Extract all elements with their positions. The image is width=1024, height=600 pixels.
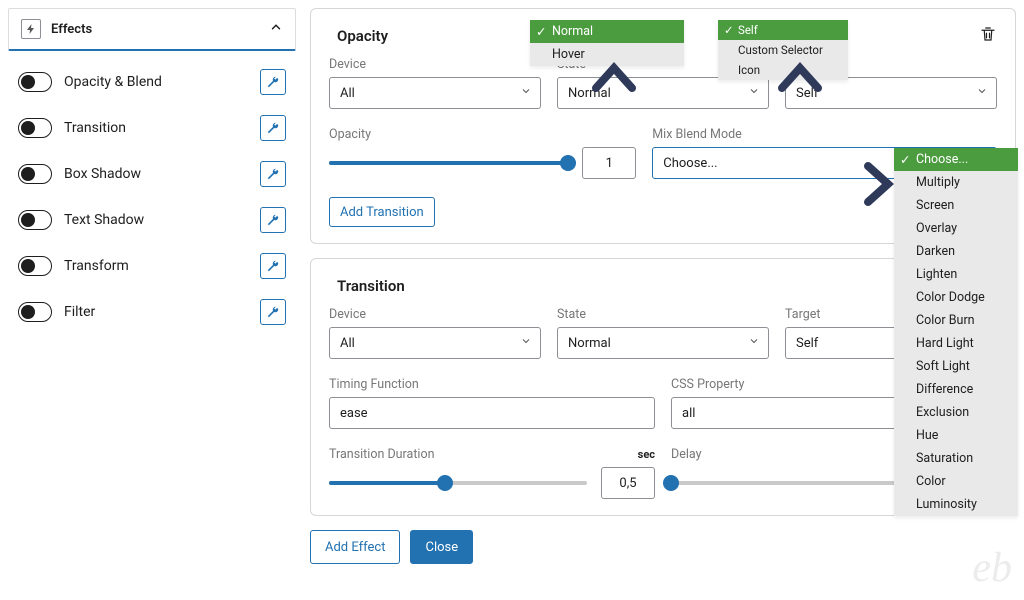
sidebar-item-label: Transition: [64, 120, 248, 136]
dropdown-option[interactable]: Lighten: [894, 263, 1018, 286]
sidebar-item: Text Shadow: [14, 197, 290, 243]
toggle[interactable]: [18, 256, 52, 276]
dropdown-option[interactable]: Icon: [718, 60, 848, 80]
chevron-down-icon: [748, 335, 760, 351]
sidebar-item-label: Box Shadow: [64, 166, 248, 182]
dropdown-option[interactable]: Custom Selector: [718, 40, 848, 60]
popup-state-options[interactable]: NormalHover: [530, 20, 684, 66]
toggle[interactable]: [18, 302, 52, 322]
select-state-transition[interactable]: Normal: [557, 327, 769, 359]
input-duration-value[interactable]: 0,5: [601, 467, 655, 499]
chevron-down-icon: [520, 85, 532, 101]
footer-buttons: Add Effect Close: [310, 530, 1016, 564]
slider-duration[interactable]: [329, 473, 587, 493]
sidebar-title: Effects: [51, 22, 92, 37]
wrench-icon[interactable]: [260, 253, 286, 279]
bolt-icon: [21, 19, 41, 39]
dropdown-option[interactable]: Color: [894, 470, 1018, 493]
dropdown-option[interactable]: Color Burn: [894, 309, 1018, 332]
dropdown-option[interactable]: Choose...: [894, 148, 1018, 171]
select-state-opacity[interactable]: Normal: [557, 77, 769, 109]
popup-blend-options[interactable]: Choose...MultiplyScreenOverlayDarkenLigh…: [894, 148, 1018, 516]
dropdown-option[interactable]: Hover: [530, 43, 684, 66]
chevron-down-icon: [748, 85, 760, 101]
unit-sec: sec: [638, 448, 655, 461]
label-timing: Timing Function: [329, 377, 655, 392]
toggle[interactable]: [18, 72, 52, 92]
toggle[interactable]: [18, 118, 52, 138]
wrench-icon[interactable]: [260, 299, 286, 325]
dropdown-option[interactable]: Overlay: [894, 217, 1018, 240]
chevron-up-icon: [269, 20, 283, 38]
watermark-logo: eb: [972, 544, 1012, 592]
sidebar-item-label: Text Shadow: [64, 212, 248, 228]
dropdown-option[interactable]: Hue: [894, 424, 1018, 447]
sidebar-item-label: Filter: [64, 304, 248, 320]
panel-opacity-title: Opacity: [337, 27, 388, 45]
toggle[interactable]: [18, 164, 52, 184]
dropdown-option[interactable]: Self: [718, 20, 848, 40]
wrench-icon[interactable]: [260, 69, 286, 95]
dropdown-option[interactable]: Saturation: [894, 447, 1018, 470]
input-opacity-value[interactable]: 1: [582, 147, 636, 179]
sidebar-item: Opacity & Blend: [14, 59, 290, 105]
effects-sidebar: Effects Opacity & Blend Transition Box Sha…: [8, 8, 296, 564]
trash-icon[interactable]: [979, 25, 997, 47]
label-blend: Mix Blend Mode: [652, 127, 997, 142]
select-device-opacity[interactable]: All: [329, 77, 541, 109]
sidebar-item: Box Shadow: [14, 151, 290, 197]
sidebar-item: Transform: [14, 243, 290, 289]
label-delay: Delay: [671, 447, 702, 462]
dropdown-option[interactable]: Hard Light: [894, 332, 1018, 355]
dropdown-option[interactable]: Exclusion: [894, 401, 1018, 424]
wrench-icon[interactable]: [260, 115, 286, 141]
input-timing-function[interactable]: ease: [329, 397, 655, 429]
wrench-icon[interactable]: [260, 207, 286, 233]
select-device-transition[interactable]: All: [329, 327, 541, 359]
sidebar-header-effects[interactable]: Effects: [8, 8, 296, 51]
sidebar-item: Filter: [14, 289, 290, 335]
chevron-down-icon: [976, 85, 988, 101]
label-state: State: [557, 307, 769, 322]
slider-delay[interactable]: [671, 473, 929, 493]
label-device: Device: [329, 57, 541, 72]
dropdown-option[interactable]: Multiply: [894, 171, 1018, 194]
label-opacity: Opacity: [329, 127, 636, 142]
add-effect-button[interactable]: Add Effect: [310, 530, 400, 564]
label-device: Device: [329, 307, 541, 322]
slider-opacity[interactable]: [329, 153, 568, 173]
close-button[interactable]: Close: [410, 530, 473, 564]
dropdown-option[interactable]: Luminosity: [894, 493, 1018, 516]
panel-transition-title: Transition: [337, 277, 405, 295]
chevron-down-icon: [520, 335, 532, 351]
select-target-opacity[interactable]: Self: [785, 77, 997, 109]
wrench-icon[interactable]: [260, 161, 286, 187]
dropdown-option[interactable]: Screen: [894, 194, 1018, 217]
dropdown-option[interactable]: Soft Light: [894, 355, 1018, 378]
popup-target-options[interactable]: SelfCustom SelectorIcon: [718, 20, 848, 80]
dropdown-option[interactable]: Normal: [530, 20, 684, 43]
dropdown-option[interactable]: Difference: [894, 378, 1018, 401]
dropdown-option[interactable]: Color Dodge: [894, 286, 1018, 309]
add-transition-button[interactable]: Add Transition: [329, 197, 435, 227]
toggle[interactable]: [18, 210, 52, 230]
dropdown-option[interactable]: Darken: [894, 240, 1018, 263]
sidebar-item: Transition: [14, 105, 290, 151]
sidebar-item-label: Transform: [64, 258, 248, 274]
label-duration: Transition Duration: [329, 447, 435, 462]
sidebar-item-label: Opacity & Blend: [64, 74, 248, 90]
